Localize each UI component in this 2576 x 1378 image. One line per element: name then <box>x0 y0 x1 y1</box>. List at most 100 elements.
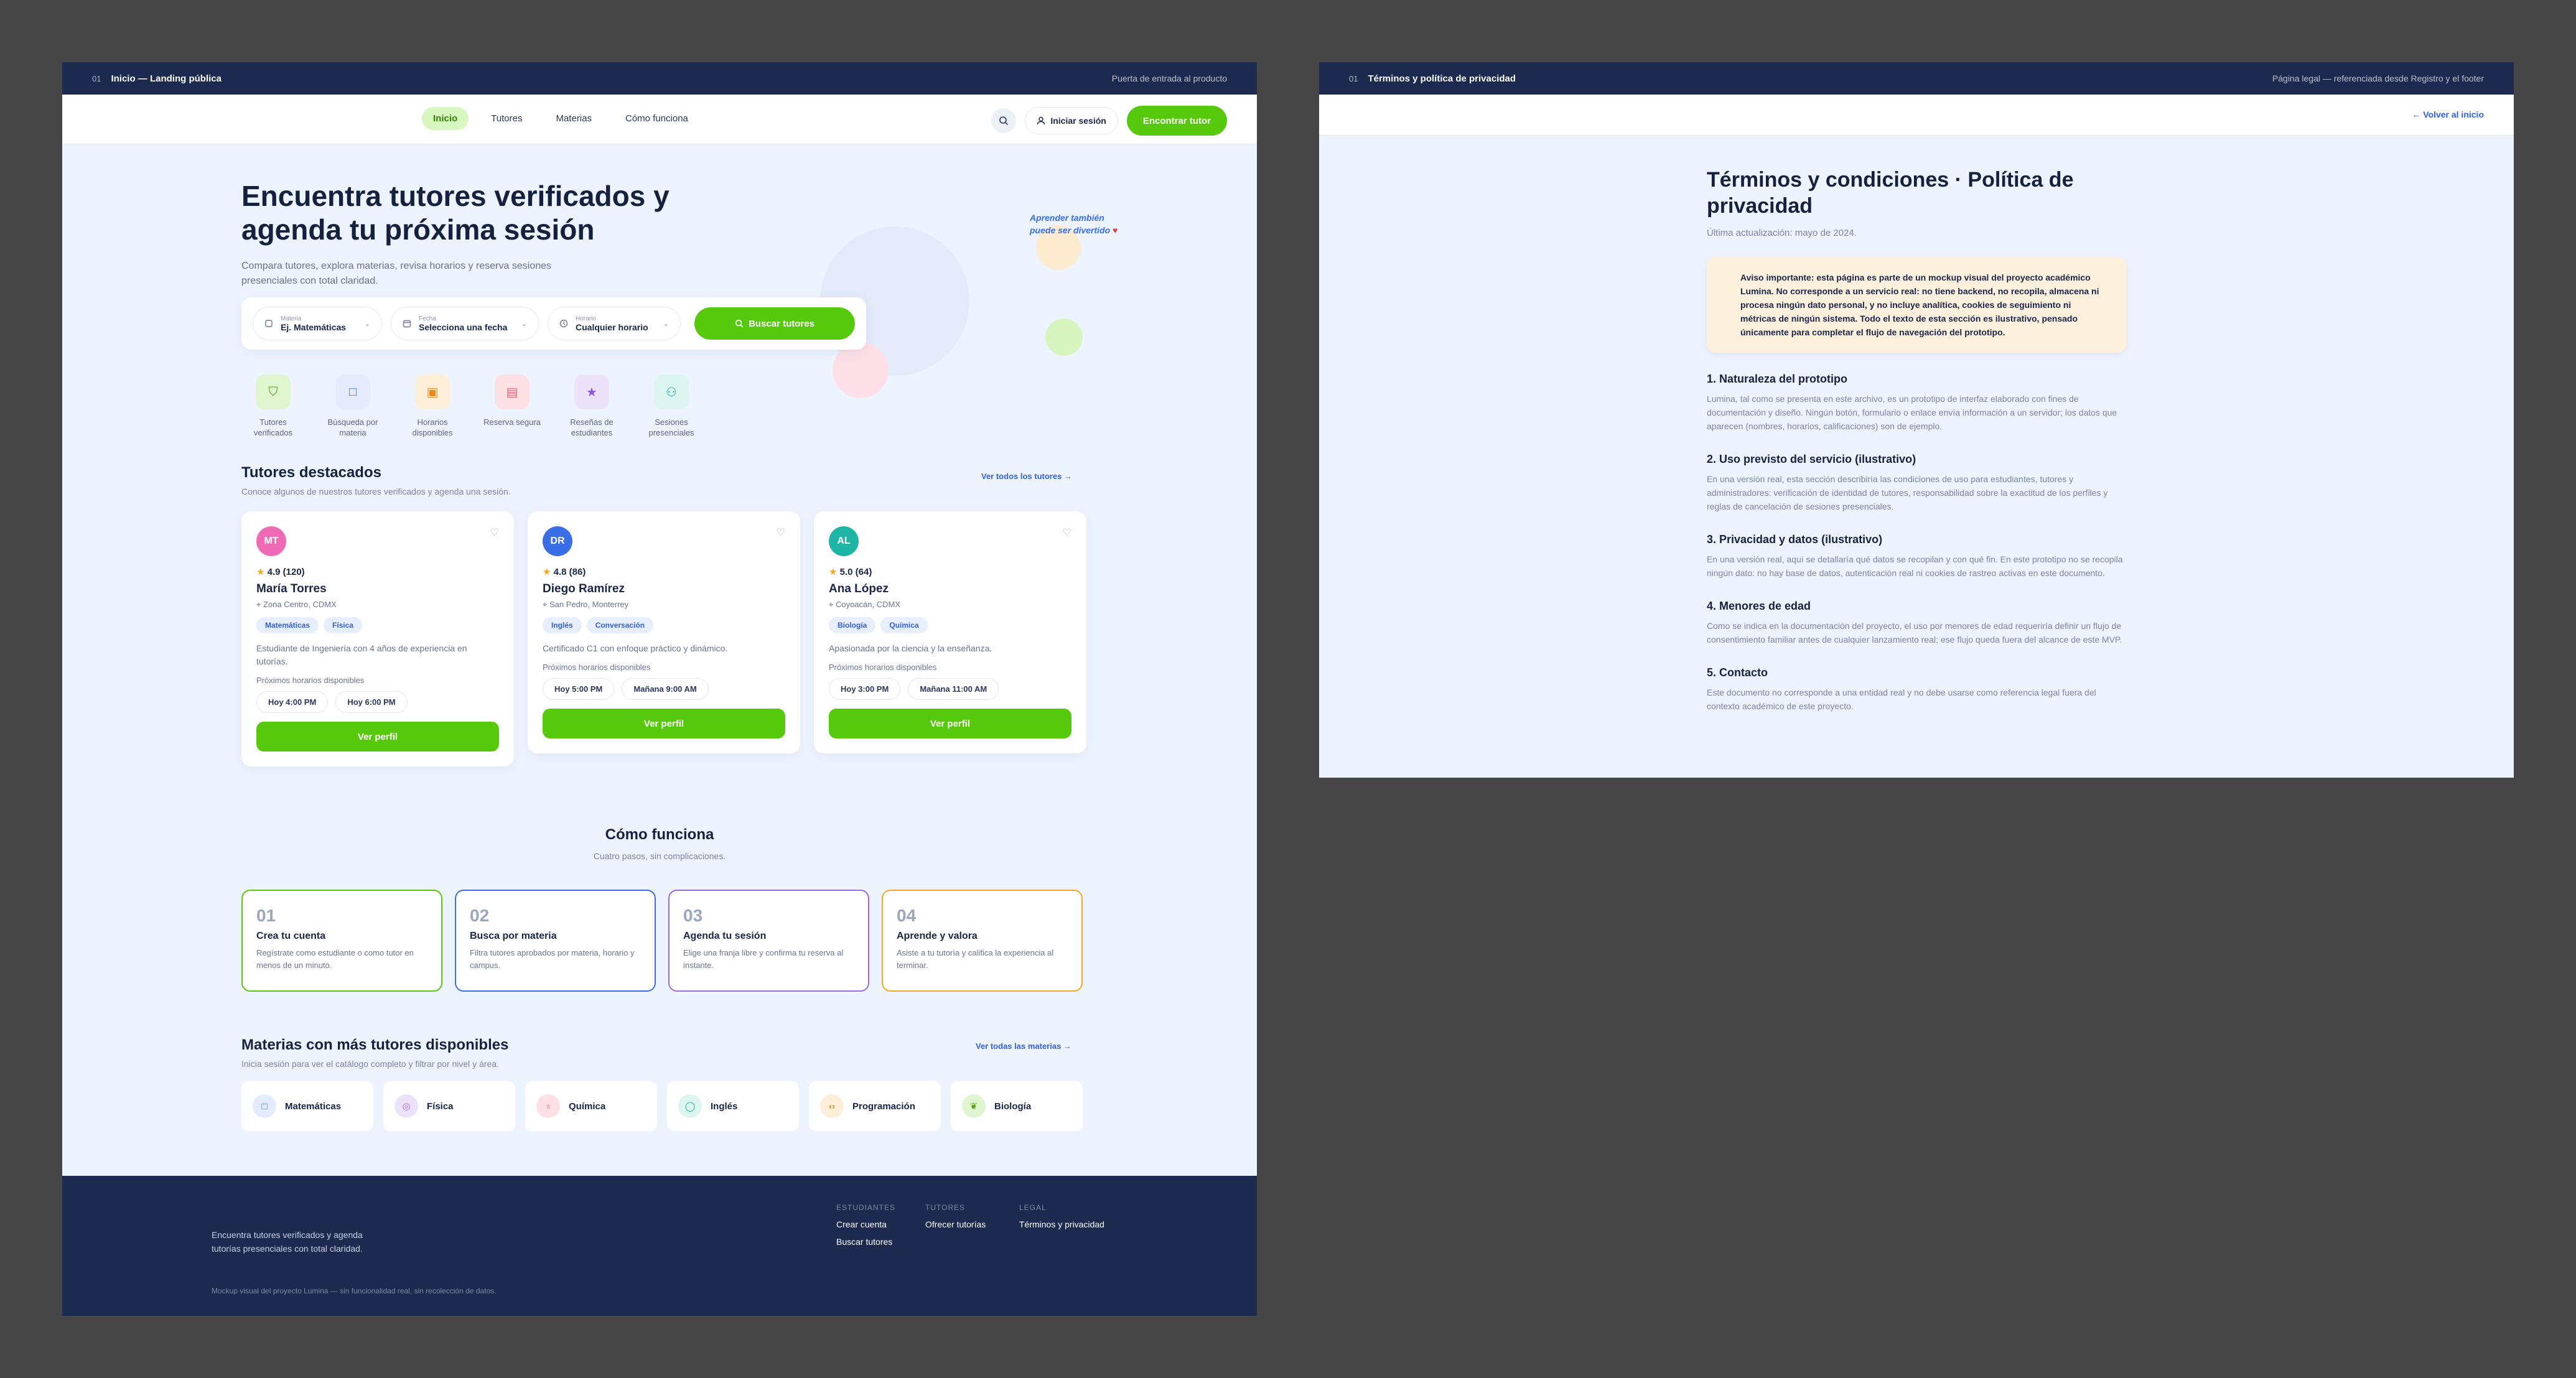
notice-prefix: Aviso importante: esta página es parte d… <box>1740 272 1929 282</box>
step-card: 01 Crea tu cuenta Regístrate como estudi… <box>241 890 442 992</box>
footer-link-search-tutors[interactable]: Buscar tutores <box>836 1237 895 1247</box>
step-description: Filtra tutores aprobados por materia, ho… <box>470 948 635 970</box>
nav-link-como-funciona[interactable]: Cómo funciona <box>614 107 699 130</box>
tutor-card: AL ♡ ★ 5.0 (64) Ana López ⌖ Coyoacán, CD… <box>814 511 1086 753</box>
search-tutors-button[interactable]: Buscar tutores <box>694 307 855 340</box>
avatar: AL <box>829 526 859 556</box>
slot-list: Hoy 5:00 PM Mañana 9:00 AM <box>543 678 785 700</box>
see-all-subjects-link[interactable]: Ver todas las materias → <box>976 1041 1071 1051</box>
subject-tag: Inglés <box>543 617 582 633</box>
nav-link-inicio[interactable]: Inicio <box>422 107 469 130</box>
feature-verified: ⛉ Tutores verificados <box>241 375 305 438</box>
date-field[interactable]: Fecha Selecciona una fecha ⌄ <box>391 307 539 340</box>
avatar: MT <box>256 526 286 556</box>
time-slot[interactable]: Hoy 6:00 PM <box>335 691 408 713</box>
feature-schedules: ▣ Horarios disponibles <box>401 375 464 438</box>
step-title: Agenda tu sesión <box>683 931 767 941</box>
subject-field[interactable]: Materia Ej. Matemáticas ⌄ <box>253 307 382 340</box>
footer: Encuentra tutores verificados y agenda t… <box>62 1176 1257 1316</box>
time-field[interactable]: Horario Cualquier horario ⌄ <box>548 307 681 340</box>
star-icon: ★ <box>543 567 551 577</box>
time-slot[interactable]: Mañana 9:00 AM <box>622 678 709 700</box>
frame-note: Página legal — referenciada desde Regist… <box>2272 73 2484 83</box>
footer-col-students: ESTUDIANTES Crear cuenta Buscar tutores <box>836 1203 895 1247</box>
view-profile-button[interactable]: Ver perfil <box>256 722 499 752</box>
section-body: Este documento no corresponde a una enti… <box>1707 687 2096 711</box>
footer-link-offer-tutoring[interactable]: Ofrecer tutorías <box>925 1219 986 1229</box>
footer-col-heading: LEGAL <box>1019 1203 1047 1212</box>
time-slot[interactable]: Mañana 11:00 AM <box>908 678 999 700</box>
step-title: Crea tu cuenta <box>256 931 326 941</box>
time-field-value: Cualquier horario <box>576 322 648 332</box>
nav-link-materias[interactable]: Materias <box>544 107 603 130</box>
heart-icon[interactable]: ♡ <box>490 526 499 539</box>
hero: Encuentra tutores verificados y agenda t… <box>241 179 1050 289</box>
search-bar: Materia Ej. Matemáticas ⌄ Fecha Selecciona… <box>241 297 866 350</box>
login-label: Iniciar sesión <box>1050 116 1106 126</box>
location-pin-icon: ⌖ <box>256 600 261 609</box>
landing-frame: 01 Inicio — Landing pública Puerta de en… <box>62 62 1257 1316</box>
subject-tag: Conversación <box>586 617 654 633</box>
subject-name: Inglés <box>711 1101 738 1112</box>
view-profile-button[interactable]: Ver perfil <box>543 709 785 738</box>
time-slot[interactable]: Hoy 5:00 PM <box>543 678 615 700</box>
search-tutors-label: Buscar tutores <box>749 318 814 329</box>
see-all-tutors-link[interactable]: Ver todos los tutores → <box>981 472 1072 481</box>
tutor-rating: 4.8 (86) <box>553 567 586 577</box>
frame-title: Términos y política de privacidad <box>1368 73 1516 84</box>
frame-note: Puerta de entrada al producto <box>1111 73 1227 83</box>
tutor-location: San Pedro, Monterrey <box>549 600 629 609</box>
feature-label: Sesiones presenciales <box>648 417 694 437</box>
tutor-rating: 4.9 (120) <box>267 567 305 577</box>
footer-link-terms[interactable]: Términos y privacidad <box>1019 1219 1104 1229</box>
login-button[interactable]: Iniciar sesión <box>1025 107 1118 134</box>
feature-label: Reseñas de estudiantes <box>570 417 614 437</box>
hero-title: Encuentra tutores verificados y agenda t… <box>241 180 670 246</box>
frame-title: Inicio — Landing pública <box>111 73 222 84</box>
nav-links: Inicio Tutores Materias Cómo funciona <box>422 107 699 130</box>
time-slot[interactable]: Hoy 4:00 PM <box>256 691 329 713</box>
featured-title: Tutores destacados <box>241 464 381 481</box>
subject-item-matematicas[interactable]: □ Matemáticas <box>241 1081 373 1131</box>
section-title: 3. Privacidad y datos (ilustrativo) <box>1707 533 1883 546</box>
heart-icon[interactable]: ♡ <box>777 526 785 539</box>
subject-item-programacion[interactable]: ‹› Programación <box>809 1081 941 1131</box>
subject-tag: Matemáticas <box>256 617 319 633</box>
step-title: Busca por materia <box>470 931 557 941</box>
subject-item-quimica[interactable]: ♁ Química <box>525 1081 657 1131</box>
view-profile-button[interactable]: Ver perfil <box>829 709 1071 738</box>
heart-icon[interactable]: ♡ <box>1063 526 1071 539</box>
step-number: 04 <box>897 906 917 925</box>
find-tutor-button[interactable]: Encontrar tutor <box>1126 106 1227 136</box>
chevron-down-icon: ⌄ <box>521 320 527 328</box>
subject-item-fisica[interactable]: ◎ Física <box>383 1081 515 1131</box>
subject-field-value: Ej. Matemáticas <box>281 322 347 332</box>
tutor-description: Estudiante de Ingeniería con 4 años de e… <box>256 643 467 666</box>
search-button[interactable] <box>991 108 1017 133</box>
subject-item-ingles[interactable]: ◯ Inglés <box>667 1081 799 1131</box>
feature-in-person: ⚇ Sesiones presenciales <box>640 375 703 438</box>
footer-link-create-account[interactable]: Crear cuenta <box>836 1219 895 1229</box>
time-slot[interactable]: Hoy 3:00 PM <box>829 678 901 700</box>
legal-section: 5. Contacto Este documento no correspond… <box>1707 666 2126 713</box>
legal-section: 3. Privacidad y datos (ilustrativo) En u… <box>1707 533 2126 580</box>
atom-icon: ◎ <box>394 1094 418 1118</box>
book-icon <box>265 320 273 327</box>
back-home-link[interactable]: ← Volver al inicio <box>2412 109 2484 119</box>
footer-tagline: Encuentra tutores verificados y agenda t… <box>212 1230 363 1254</box>
heart-icon: ♥ <box>1113 225 1118 235</box>
subject-field-text: Materia Ej. Matemáticas <box>281 315 346 332</box>
section-body: Como se indica en la documentación del p… <box>1707 621 2122 645</box>
subject-item-biologia[interactable]: ❦ Biología <box>951 1081 1083 1131</box>
nav-link-tutores[interactable]: Tutores <box>480 107 533 130</box>
subject-tag: Física <box>324 617 363 633</box>
subject-tag: Biología <box>829 617 876 633</box>
feature-list: ⛉ Tutores verificados □ Búsqueda por mat… <box>241 375 703 438</box>
location-pin-icon: ⌖ <box>829 600 834 609</box>
flask-icon: ♁ <box>536 1094 560 1118</box>
step-number: 02 <box>470 906 490 925</box>
tutor-location-row: ⌖ Zona Centro, CDMX <box>256 600 499 610</box>
subjects-heading: Materias con más tutores disponibles Ini… <box>241 1036 508 1069</box>
section-title: 5. Contacto <box>1707 666 1768 679</box>
hero-blob-green <box>1045 319 1083 356</box>
